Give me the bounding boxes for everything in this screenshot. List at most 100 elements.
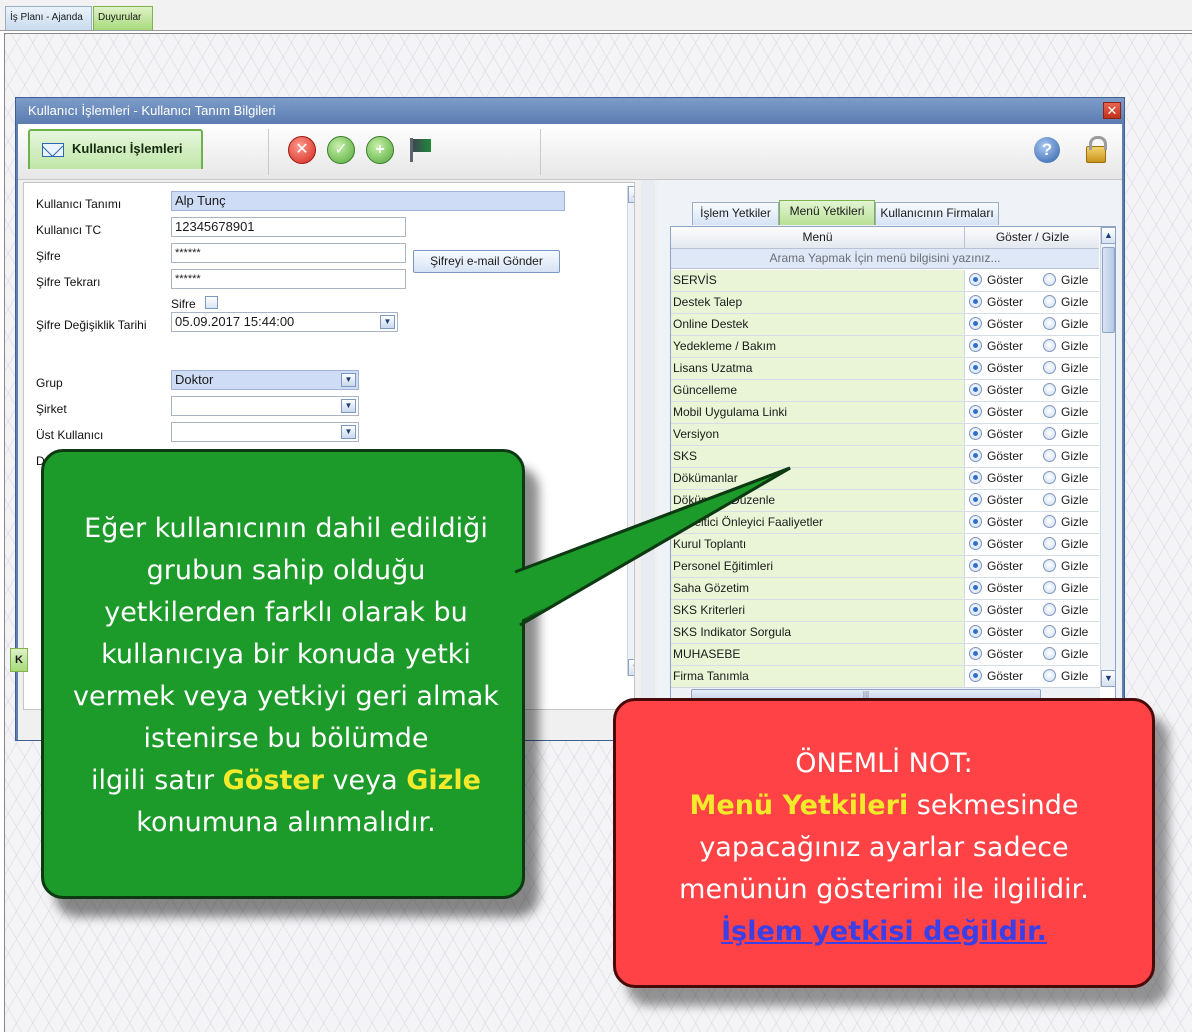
radio-show-icon[interactable]: [969, 515, 982, 528]
kullanici-tanimi-input[interactable]: Alp Tunç: [171, 191, 565, 211]
table-row[interactable]: Düzeltici Önleyici Faaliyetler Göster Gizl…: [671, 512, 1099, 534]
radio-show-icon[interactable]: [969, 383, 982, 396]
sirket-select[interactable]: ▼: [171, 396, 359, 416]
show-radio-option[interactable]: Göster: [969, 644, 1023, 665]
radio-hide-icon[interactable]: [1043, 537, 1056, 550]
send-password-email-button[interactable]: Şifreyi e-mail Gönder: [413, 250, 560, 273]
grup-select[interactable]: Doktor ▼: [171, 370, 359, 390]
table-row[interactable]: Yedekleme / Bakım Göster Gizle: [671, 336, 1099, 358]
radio-hide-icon[interactable]: [1043, 471, 1056, 484]
radio-hide-icon[interactable]: [1043, 449, 1056, 462]
radio-show-icon[interactable]: [969, 317, 982, 330]
table-row[interactable]: Online Destek Göster Gizle: [671, 314, 1099, 336]
show-radio-option[interactable]: Göster: [969, 512, 1023, 533]
chevron-down-icon[interactable]: ▼: [341, 399, 356, 413]
hide-radio-option[interactable]: Gizle: [1043, 490, 1088, 511]
show-radio-option[interactable]: Göster: [969, 666, 1023, 687]
radio-show-icon[interactable]: [969, 471, 982, 484]
radio-show-icon[interactable]: [969, 339, 982, 352]
show-radio-option[interactable]: Göster: [969, 556, 1023, 577]
hide-radio-option[interactable]: Gizle: [1043, 534, 1088, 555]
show-radio-option[interactable]: Göster: [969, 380, 1023, 401]
table-row[interactable]: Güncelleme Göster Gizle: [671, 380, 1099, 402]
column-header-show-hide[interactable]: Göster / Gizle: [966, 227, 1099, 248]
help-icon[interactable]: ?: [1034, 137, 1060, 163]
radio-hide-icon[interactable]: [1043, 273, 1056, 286]
hide-radio-option[interactable]: Gizle: [1043, 666, 1088, 687]
table-row[interactable]: Mobil Uygulama Linki Göster Gizle: [671, 402, 1099, 424]
table-row[interactable]: Firma Tanımla Göster Gizle: [671, 666, 1099, 688]
scroll-down-icon[interactable]: ▼: [628, 659, 634, 676]
show-radio-option[interactable]: Göster: [969, 402, 1023, 423]
radio-show-icon[interactable]: [969, 537, 982, 550]
table-row[interactable]: MUHASEBE Göster Gizle: [671, 644, 1099, 666]
hide-radio-option[interactable]: Gizle: [1043, 622, 1088, 643]
show-radio-option[interactable]: Göster: [969, 622, 1023, 643]
hide-radio-option[interactable]: Gizle: [1043, 336, 1088, 357]
show-radio-option[interactable]: Göster: [969, 446, 1023, 467]
table-row[interactable]: SKS Kriterleri Göster Gizle: [671, 600, 1099, 622]
radio-hide-icon[interactable]: [1043, 383, 1056, 396]
show-radio-option[interactable]: Göster: [969, 534, 1023, 555]
bottom-tab-fragment[interactable]: K: [10, 648, 28, 672]
chevron-down-icon[interactable]: ▼: [341, 425, 356, 439]
table-row[interactable]: Dökümanlar Göster Gizle: [671, 468, 1099, 490]
radio-show-icon[interactable]: [969, 361, 982, 374]
tab-duyurular[interactable]: Duyurular: [93, 6, 153, 30]
radio-show-icon[interactable]: [969, 647, 982, 660]
close-icon[interactable]: ✕: [1103, 102, 1121, 119]
hide-radio-option[interactable]: Gizle: [1043, 402, 1088, 423]
radio-hide-icon[interactable]: [1043, 625, 1056, 638]
show-radio-option[interactable]: Göster: [969, 578, 1023, 599]
show-radio-option[interactable]: Göster: [969, 468, 1023, 489]
radio-hide-icon[interactable]: [1043, 317, 1056, 330]
show-radio-option[interactable]: Göster: [969, 600, 1023, 621]
grid-search-input[interactable]: Arama Yapmak İçin menü bilgisini yazınız…: [671, 249, 1099, 269]
sifre-input[interactable]: ******: [171, 243, 406, 263]
radio-show-icon[interactable]: [969, 273, 982, 286]
hide-radio-option[interactable]: Gizle: [1043, 512, 1088, 533]
radio-hide-icon[interactable]: [1043, 669, 1056, 682]
radio-hide-icon[interactable]: [1043, 295, 1056, 308]
tab-is-plani-ajanda[interactable]: İş Planı - Ajanda: [5, 6, 92, 30]
radio-show-icon[interactable]: [969, 603, 982, 616]
table-row[interactable]: SKS Göster Gizle: [671, 446, 1099, 468]
table-row[interactable]: Personel Eğitimleri Göster Gizle: [671, 556, 1099, 578]
hide-radio-option[interactable]: Gizle: [1043, 314, 1088, 335]
radio-show-icon[interactable]: [969, 625, 982, 638]
radio-hide-icon[interactable]: [1043, 603, 1056, 616]
table-row[interactable]: Lisans Uzatma Göster Gizle: [671, 358, 1099, 380]
radio-hide-icon[interactable]: [1043, 427, 1056, 440]
radio-hide-icon[interactable]: [1043, 559, 1056, 572]
tab-menu-yetkileri[interactable]: Menü Yetkileri: [779, 200, 875, 225]
tab-islem-yetkiler[interactable]: İşlem Yetkiler: [692, 202, 779, 225]
radio-show-icon[interactable]: [969, 427, 982, 440]
radio-hide-icon[interactable]: [1043, 361, 1056, 374]
show-radio-option[interactable]: Göster: [969, 490, 1023, 511]
table-row[interactable]: Dökümanı Düzenle Göster Gizle: [671, 490, 1099, 512]
radio-hide-icon[interactable]: [1043, 493, 1056, 506]
column-header-menu[interactable]: Menü: [671, 227, 965, 248]
show-radio-option[interactable]: Göster: [969, 292, 1023, 313]
radio-hide-icon[interactable]: [1043, 647, 1056, 660]
hide-radio-option[interactable]: Gizle: [1043, 446, 1088, 467]
tab-kullanicinin-firmalari[interactable]: Kullanıcının Firmaları: [875, 202, 999, 225]
show-radio-option[interactable]: Göster: [969, 314, 1023, 335]
radio-show-icon[interactable]: [969, 581, 982, 594]
kullanici-tc-input[interactable]: 12345678901: [171, 217, 406, 237]
chevron-down-icon[interactable]: ▼: [380, 315, 395, 329]
hide-radio-option[interactable]: Gizle: [1043, 556, 1088, 577]
grid-vertical-scrollbar[interactable]: ▲ ▼: [1100, 227, 1115, 687]
hide-radio-option[interactable]: Gizle: [1043, 578, 1088, 599]
panel-splitter[interactable]: [641, 180, 655, 740]
show-radio-option[interactable]: Göster: [969, 358, 1023, 379]
radio-show-icon[interactable]: [969, 295, 982, 308]
show-radio-option[interactable]: Göster: [969, 424, 1023, 445]
hide-radio-option[interactable]: Gizle: [1043, 600, 1088, 621]
lock-icon[interactable]: [1086, 136, 1107, 163]
sifre-degisiklik-tarihi-input[interactable]: 05.09.2017 15:44:00 ▼: [171, 312, 398, 332]
show-radio-option[interactable]: Göster: [969, 336, 1023, 357]
grid-scroll-thumb[interactable]: [1102, 247, 1115, 333]
table-row[interactable]: Kurul Toplantı Göster Gizle: [671, 534, 1099, 556]
table-row[interactable]: Saha Gözetim Göster Gizle: [671, 578, 1099, 600]
